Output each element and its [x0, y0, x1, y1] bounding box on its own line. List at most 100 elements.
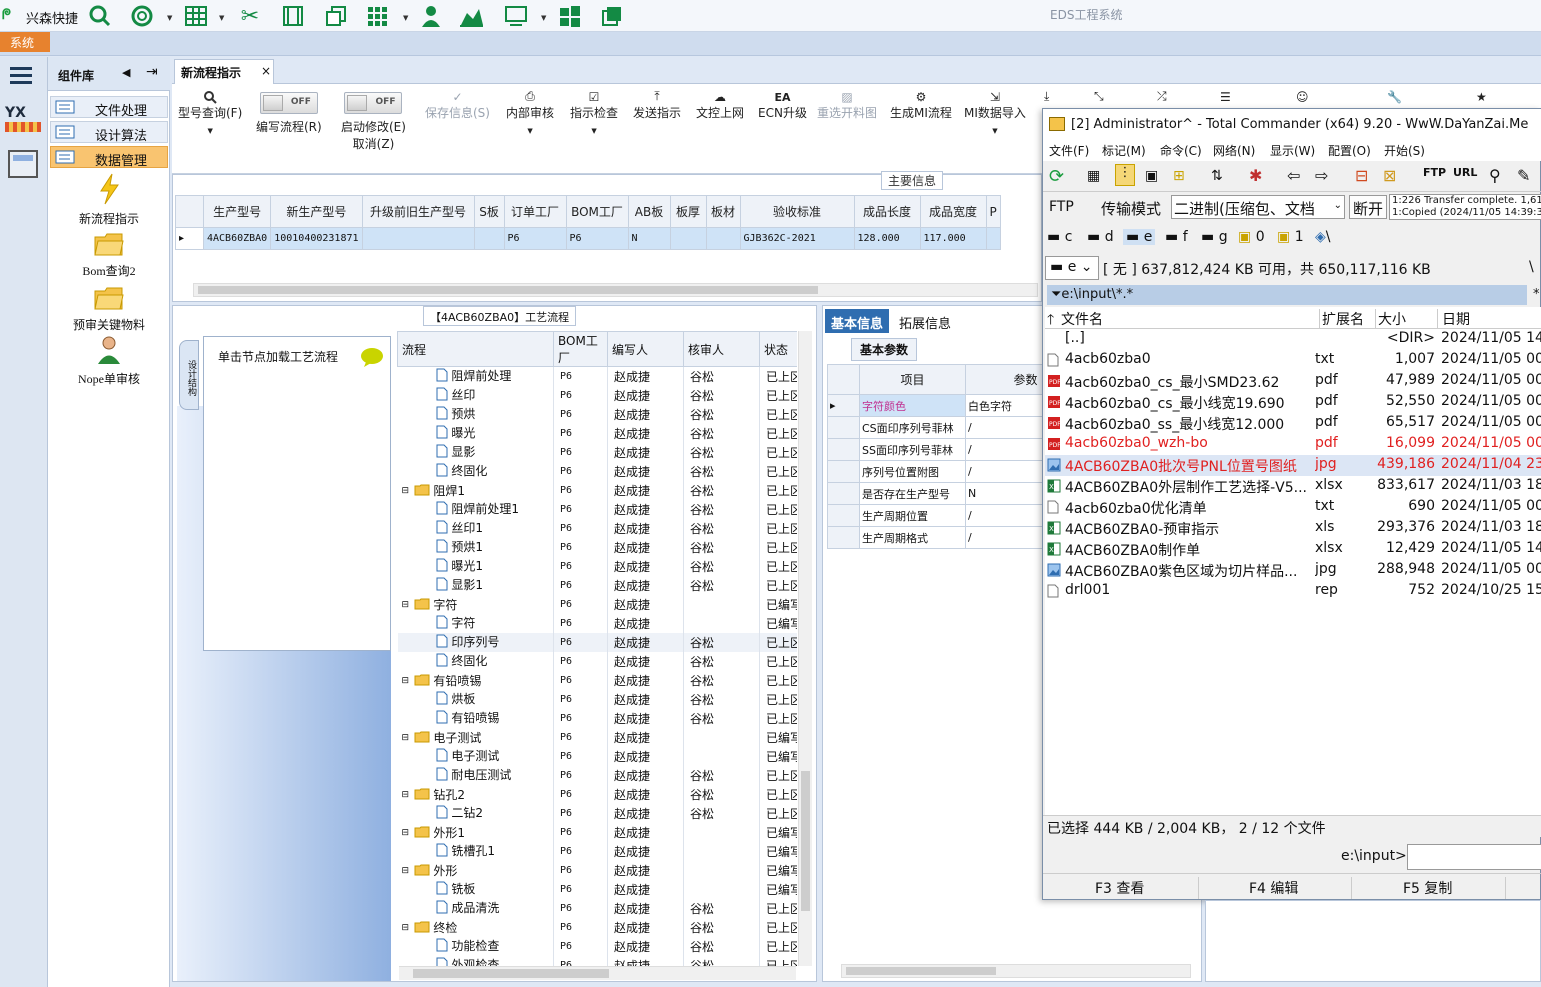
binoculars-icon[interactable]: ⚲ — [1489, 166, 1501, 185]
collapse-toggle-icon[interactable]: ⊟ — [402, 600, 414, 610]
shuffle-icon[interactable]: ⤮ — [1157, 86, 1167, 104]
monitor-icon[interactable] — [504, 4, 528, 28]
tree-row[interactable]: 显影 P6赵成捷谷松已上区 — [397, 442, 797, 462]
file-row[interactable]: drl001 rep 752 2024/10/25 15: — [1045, 581, 1541, 602]
brief-view-icon[interactable]: ▦ — [1087, 168, 1100, 184]
column-header[interactable]: BOM工厂 — [565, 195, 629, 228]
tree-node[interactable]: 印序列号 — [397, 632, 554, 652]
area-chart-icon[interactable] — [459, 4, 483, 28]
tree-node[interactable]: 字符 — [397, 613, 554, 633]
ecn-upgrade-button[interactable]: EA ECN升级 — [758, 86, 807, 121]
tree-row[interactable]: 功能检查 P6赵成捷谷松已上区 — [397, 936, 797, 956]
tree-row[interactable]: 曝光1 P6赵成捷谷松已上区 — [397, 556, 797, 576]
table-cell[interactable]: 4ACB60ZBA0 — [202, 227, 272, 250]
refresh-icon[interactable]: ⟳ — [1049, 166, 1064, 187]
calculator-icon[interactable] — [8, 150, 38, 178]
tree-row[interactable]: ⊟ 电子测试P6赵成捷已编写 — [397, 727, 797, 747]
star-icon[interactable]: ★ — [1476, 86, 1487, 104]
collapse-toggle-icon[interactable]: ⊟ — [402, 866, 414, 876]
column-header[interactable]: 成品长度 — [853, 195, 921, 228]
tree-node[interactable]: 曝光 — [397, 423, 554, 443]
column-header[interactable]: 订单工厂 — [503, 195, 567, 228]
size-column-header[interactable]: 大小 — [1375, 309, 1406, 329]
tree-row[interactable]: ⊟ 钻孔2P6赵成捷谷松已上区 — [397, 784, 797, 804]
tree-node[interactable]: ⊟ 外形1 — [397, 822, 554, 842]
gen-mi-flow-button[interactable]: ⚙ 生成MI流程 — [890, 86, 952, 121]
tree-node[interactable]: 终固化 — [397, 461, 554, 481]
table-cell[interactable]: 128.000 — [853, 227, 921, 250]
tree-row[interactable]: 烘板 P6赵成捷谷松已上区 — [397, 689, 797, 709]
collapse-toggle-icon[interactable]: ⊟ — [402, 733, 414, 743]
tree-row[interactable]: 显影1 P6赵成捷谷松已上区 — [397, 575, 797, 595]
f4-edit-button[interactable]: F4 编辑 — [1249, 878, 1298, 898]
file-row[interactable]: X 4ACB60ZBA0制作单 xlsx 12,429 2024/11/05 14: — [1045, 539, 1541, 560]
tc-menu-config[interactable]: 配置(O) — [1328, 142, 1371, 159]
drive-g-button[interactable]: ▬ g — [1201, 229, 1228, 245]
category-design-algorithm[interactable]: 设计算法 — [50, 121, 168, 144]
toggle-switch[interactable]: OFF — [259, 92, 318, 114]
file-row[interactable]: ⮬[..]<DIR>2024/11/05 14: — [1045, 329, 1541, 350]
tree-node[interactable]: 功能检查 — [397, 936, 554, 956]
chevron-down-icon[interactable]: ▼ — [403, 14, 408, 22]
tree-node[interactable]: 铣板 — [397, 879, 554, 899]
tree-row[interactable]: ⊟ 外形P6赵成捷已编写 — [397, 860, 797, 880]
chevron-down-icon[interactable]: ▼ — [219, 14, 224, 22]
tree-node[interactable]: 耐电压测试 — [397, 765, 554, 785]
pin-right-icon[interactable]: ⇥ — [146, 64, 158, 80]
tool-precheck-material[interactable]: 预审关键物料 — [48, 285, 170, 333]
start-modify-toggle[interactable]: OFF 启动修改(E) 取消(Z) — [341, 84, 406, 152]
tool-new-flow[interactable]: 新流程指示 — [48, 173, 170, 227]
tc-menu-mark[interactable]: 标记(M) — [1102, 142, 1146, 159]
ftp-connect-icon[interactable]: FTP — [1423, 166, 1446, 179]
tree-row[interactable]: 电子测试 P6赵成捷 已编写 — [397, 746, 797, 766]
collapse-toggle-icon[interactable]: ⊟ — [402, 486, 414, 496]
thumbnails-icon[interactable]: ▣ — [1145, 168, 1158, 184]
tc-menu-commands[interactable]: 命令(C) — [1160, 142, 1202, 159]
instruction-check-button[interactable]: ☑ 指示检查 ▼ — [570, 86, 618, 135]
full-view-icon[interactable]: ⋮ — [1115, 164, 1135, 186]
tree-node[interactable]: 成品清洗 — [397, 898, 554, 918]
tree-node[interactable]: 预烘1 — [397, 537, 554, 557]
model-query-button[interactable]: 型号查询(F) ▼ — [178, 86, 242, 135]
column-header[interactable]: 新生产型号 — [270, 195, 363, 228]
wrench-icon[interactable]: 🔧 — [1387, 86, 1402, 104]
tree-row[interactable]: ⊟ 外形1P6赵成捷已编写 — [397, 822, 797, 842]
column-header[interactable]: 核审人 — [683, 331, 760, 367]
tree-row[interactable]: ⊟ 有铅喷锡P6赵成捷谷松已上区 — [397, 670, 797, 690]
tree-row[interactable]: 耐电压测试 P6赵成捷谷松已上区 — [397, 765, 797, 785]
drive-f-button[interactable]: ▬ f — [1165, 229, 1188, 245]
search-icon[interactable] — [88, 4, 112, 28]
collapse-toggle-icon[interactable]: ⊟ — [402, 676, 414, 686]
ext-column-header[interactable]: 扩展名 — [1319, 309, 1364, 329]
collapse-toggle-icon[interactable]: ⊟ — [402, 923, 414, 933]
category-data-management[interactable]: 数据管理 — [50, 146, 168, 169]
tree-node[interactable]: 有铅喷锡 — [397, 708, 554, 728]
network-drive-button[interactable]: ◈\ — [1315, 229, 1331, 245]
tree-row[interactable]: 阻焊前处理1 P6赵成捷谷松已上区 — [397, 499, 797, 519]
save-info-button[interactable]: ✓ 保存信息(S) — [425, 86, 490, 121]
tree-node[interactable]: 阻焊前处理1 — [397, 499, 554, 519]
tab-basic-info[interactable]: 基本信息 — [825, 309, 890, 333]
tree-row[interactable]: 终固化 P6赵成捷谷松已上区 — [397, 461, 797, 481]
back-icon[interactable]: ⇦ — [1287, 166, 1300, 185]
system-menu-button[interactable]: 系统 — [0, 32, 50, 52]
unpack-icon[interactable]: ⊠ — [1383, 166, 1396, 185]
download-icon[interactable]: ⤓ — [1044, 86, 1049, 104]
hamburger-menu-icon[interactable] — [10, 67, 34, 88]
f3-view-button[interactable]: F3 查看 — [1095, 878, 1144, 898]
tree-row[interactable]: 预烘1 P6赵成捷谷松已上区 — [397, 537, 797, 557]
tree-node[interactable]: ⊟ 字符 — [397, 594, 554, 614]
tree-node[interactable]: ⊟ 有铅喷锡 — [397, 670, 554, 690]
tree-row[interactable]: 外观检查 P6赵成捷谷松已上区 — [397, 955, 797, 966]
tree-row[interactable]: 丝印 P6赵成捷谷松已上区 — [397, 385, 797, 405]
file-row[interactable]: PDF 4acb60zba0_cs_最小线宽19.690 pdf 52,550 2024… — [1045, 392, 1541, 413]
tree-node[interactable]: 丝印1 — [397, 518, 554, 538]
tree-row[interactable]: 成品清洗 P6赵成捷谷松已上区 — [397, 898, 797, 918]
table-cell[interactable] — [361, 227, 475, 250]
file-row[interactable]: 4acb60zba0优化清单 txt 690 2024/11/05 00: — [1045, 497, 1541, 518]
regen-drawing-button[interactable]: ▨ 重选开料图 — [817, 86, 877, 121]
tree-node[interactable]: 预烘 — [397, 404, 554, 424]
design-structure-tab[interactable]: 设计结构 — [179, 340, 199, 410]
column-header[interactable]: P — [985, 195, 1001, 228]
tree-row[interactable]: ⊟ 阻焊1P6赵成捷谷松已上区 — [397, 480, 797, 500]
